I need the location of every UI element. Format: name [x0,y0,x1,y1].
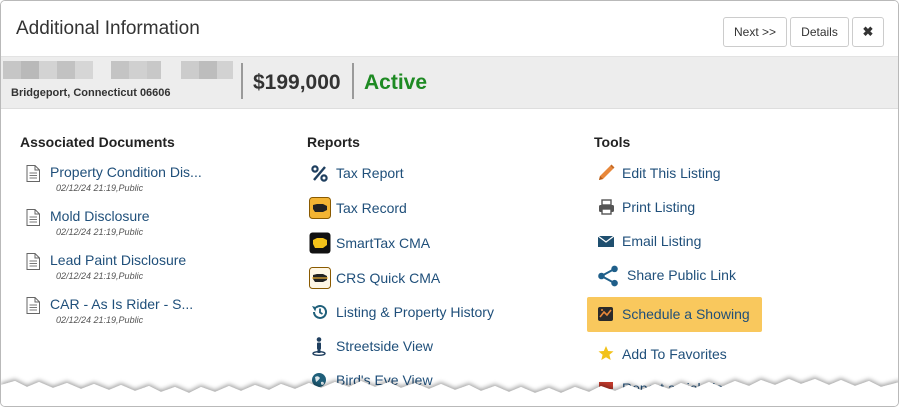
close-button[interactable]: ✖ [852,17,884,47]
report-streetside-view[interactable]: Streetside View [309,335,569,361]
document-item: Property Condition Dis... 02/12/24 21:19… [23,164,273,200]
document-item: CAR - As Is Rider - S... 02/12/24 21:19,… [23,296,273,332]
document-icon [26,209,40,226]
reports-heading: Reports [307,134,360,150]
listing-status: Active [364,71,428,94]
document-meta: 02/12/24 21:19,Public [56,183,144,193]
smarttax-icon [309,232,331,254]
street-person-icon [312,337,326,357]
percent-icon [311,165,328,182]
crs-cma-icon [309,267,331,289]
tool-label: Schedule a Showing [622,306,750,322]
tax-record-icon [309,197,331,219]
tool-label: Edit This Listing [622,165,721,181]
showing-icon [598,307,613,321]
report-label: CRS Quick CMA [336,270,441,286]
report-crs-quick-cma[interactable]: CRS Quick CMA [309,267,569,293]
tool-label: Share Public Link [627,267,736,283]
report-birds-eye-view[interactable]: Bird's Eye View [309,369,569,395]
additional-information-modal: Additional Information Next >> Details ✖… [0,0,899,407]
redacted-street-address [1,61,241,81]
report-label: Tax Record [336,200,407,216]
tool-add-to-favorites[interactable]: Add To Favorites [596,343,856,369]
tool-email-listing[interactable]: Email Listing [596,230,856,256]
modal-header: Additional Information Next >> Details ✖ [1,1,898,57]
pencil-icon [599,164,615,180]
document-link[interactable]: Mold Disclosure [50,208,150,224]
associated-documents-heading: Associated Documents [20,134,175,150]
document-item: Mold Disclosure 02/12/24 21:19,Public [23,208,273,244]
tool-label: Print Listing [622,199,696,215]
tool-label: Add To Favorites [622,346,727,362]
history-icon [312,304,327,319]
report-smarttax-cma[interactable]: SmartTax CMA [309,232,569,258]
document-link[interactable]: Lead Paint Disclosure [50,252,186,268]
document-icon [26,165,40,182]
report-label: Bird's Eye View [336,372,433,388]
modal-title: Additional Information [16,18,200,39]
listing-address: Bridgeport, Connecticut 06606 [11,87,171,99]
divider [352,63,354,99]
tool-report-a-violation[interactable]: Report a violation [596,377,856,403]
tool-schedule-a-showing[interactable]: Schedule a Showing [596,303,756,329]
document-link[interactable]: CAR - As Is Rider - S... [50,296,193,312]
report-label: SmartTax CMA [336,235,431,251]
listing-price: $199,000 [253,71,341,94]
report-label: Streetside View [336,338,434,354]
document-item: Lead Paint Disclosure 02/12/24 21:19,Pub… [23,252,273,288]
envelope-icon [597,235,615,247]
next-button[interactable]: Next >> [723,17,787,47]
share-icon [598,265,618,287]
star-icon [598,346,614,360]
tool-label: Email Listing [622,233,702,249]
tool-print-listing[interactable]: Print Listing [596,196,856,222]
report-tax-report[interactable]: Tax Report [309,162,569,188]
report-tax-record[interactable]: Tax Record [309,197,569,223]
printer-icon [599,199,614,215]
report-label: Listing & Property History [336,304,494,320]
report-listing-property-history[interactable]: Listing & Property History [309,301,569,327]
document-icon [26,253,40,270]
document-link[interactable]: Property Condition Dis... [50,164,202,180]
details-button[interactable]: Details [790,17,849,47]
document-meta: 02/12/24 21:19,Public [56,271,144,281]
flag-icon [599,382,613,389]
globe-icon [312,373,326,387]
document-meta: 02/12/24 21:19,Public [56,227,144,237]
document-meta: 02/12/24 21:19,Public [56,315,144,325]
divider [241,63,243,99]
listing-summary-bar: Bridgeport, Connecticut 06606 $199,000 A… [1,57,898,109]
report-label: Tax Report [336,165,404,181]
tool-edit-this-listing[interactable]: Edit This Listing [596,162,856,188]
tool-share-public-link[interactable]: Share Public Link [596,264,856,290]
tool-label: Report a violation [622,380,731,396]
tools-heading: Tools [594,134,631,150]
document-icon [26,297,40,314]
